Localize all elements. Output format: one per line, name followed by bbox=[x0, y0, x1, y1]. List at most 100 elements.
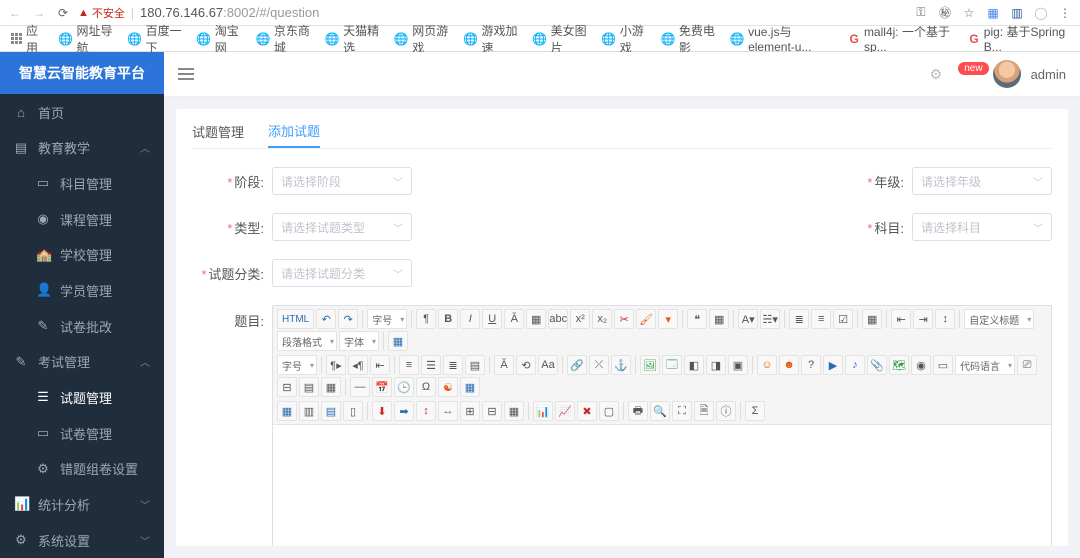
cut-icon[interactable]: ✂ bbox=[614, 309, 634, 329]
nav-back-icon[interactable]: ← bbox=[6, 6, 24, 20]
ul-icon[interactable]: ≡ bbox=[811, 309, 831, 329]
sidebar-item-wrongset[interactable]: ⚙错题组卷设置 bbox=[0, 451, 164, 487]
paraformat-select[interactable]: 段落格式 bbox=[277, 331, 337, 351]
iframe-icon[interactable]: ▭ bbox=[933, 355, 953, 375]
tab-add[interactable]: 添加试题 bbox=[268, 115, 320, 148]
chart1-icon[interactable]: 📊 bbox=[533, 401, 553, 421]
sidebar-item-school[interactable]: 🏫学校管理 bbox=[0, 237, 164, 273]
checklist-icon[interactable]: ☑ bbox=[833, 309, 853, 329]
merge-icon[interactable]: ↕ bbox=[416, 401, 436, 421]
datetime-icon[interactable]: 📅 bbox=[372, 377, 392, 397]
emoji2-icon[interactable]: ☻ bbox=[779, 355, 799, 375]
indent-icon[interactable]: ⇤ bbox=[891, 309, 911, 329]
code-icon[interactable]: ▦ bbox=[709, 309, 729, 329]
sidebar-group-exam[interactable]: ✎考试管理︿ bbox=[0, 344, 164, 380]
tableborder-icon[interactable]: ▢ bbox=[599, 401, 619, 421]
nav-forward-icon[interactable]: → bbox=[30, 6, 48, 20]
bookmark-item[interactable]: 🌐美女图片 bbox=[528, 22, 593, 56]
bookmark-item[interactable]: 🌐vue.js与element-u... bbox=[725, 23, 839, 54]
split-icon[interactable]: ↔ bbox=[438, 401, 458, 421]
codeblock-icon[interactable]: ⎚ bbox=[1017, 355, 1037, 375]
bookmark-item[interactable]: Gpig: 基于Spring B... bbox=[963, 23, 1074, 54]
bgcolor-icon[interactable]: ☵▾ bbox=[760, 309, 780, 329]
fontsize-select[interactable]: 字号 bbox=[367, 309, 407, 329]
splitcols-icon[interactable]: ⊟ bbox=[482, 401, 502, 421]
image-icon[interactable]: 🖼 bbox=[640, 355, 660, 375]
emoji-icon[interactable]: ☺ bbox=[757, 355, 777, 375]
linespacing-icon[interactable]: ↕ bbox=[935, 309, 955, 329]
chart2-icon[interactable]: 📈 bbox=[555, 401, 575, 421]
hr-icon[interactable]: — bbox=[350, 377, 370, 397]
help-icon[interactable]: ? bbox=[801, 355, 821, 375]
special1-icon[interactable]: Ω bbox=[416, 377, 436, 397]
bookmark-item[interactable]: 🌐游戏加速 bbox=[458, 22, 523, 56]
sidebar-item-grading[interactable]: ✎试卷批改 bbox=[0, 308, 164, 344]
audio-icon[interactable]: ♪ bbox=[845, 355, 865, 375]
imgright-icon[interactable]: ◨ bbox=[706, 355, 726, 375]
special3-icon[interactable]: ▦ bbox=[460, 377, 480, 397]
alignj-icon[interactable]: ▤ bbox=[465, 355, 485, 375]
superscript-icon[interactable]: x² bbox=[570, 309, 590, 329]
map-icon[interactable]: 🗺 bbox=[889, 355, 909, 375]
underline-icon[interactable]: U bbox=[482, 309, 502, 329]
video-icon[interactable]: ▶ bbox=[823, 355, 843, 375]
customstyle-select[interactable]: 自定义标题 bbox=[964, 309, 1034, 329]
case-icon[interactable]: Aa bbox=[538, 355, 558, 375]
paragraph-icon[interactable]: ¶ bbox=[416, 309, 436, 329]
alignl-icon[interactable]: ≡ bbox=[399, 355, 419, 375]
fontfamily-select[interactable]: 字体 bbox=[339, 331, 379, 351]
sidebar-home[interactable]: ⌂首页 bbox=[0, 94, 164, 130]
sidebar-item-course[interactable]: ◉课程管理 bbox=[0, 201, 164, 237]
print-icon[interactable]: 🖶 bbox=[628, 401, 648, 421]
type-select[interactable]: 请选择试题类型﹀ bbox=[272, 213, 412, 241]
preview-icon[interactable]: 🔍 bbox=[650, 401, 670, 421]
insertcol-icon[interactable]: ▥ bbox=[299, 401, 319, 421]
ol-icon[interactable]: ≣ bbox=[789, 309, 809, 329]
profile-icon[interactable]: ◯ bbox=[1032, 6, 1050, 20]
bookmark-item[interactable]: 🌐京东商城 bbox=[251, 22, 316, 56]
avatar[interactable] bbox=[993, 60, 1021, 88]
about-icon[interactable]: ⓘ bbox=[716, 401, 736, 421]
username-label[interactable]: admin bbox=[1031, 67, 1066, 82]
star-icon[interactable]: ☆ bbox=[960, 6, 978, 20]
splitrows-icon[interactable]: ⊞ bbox=[460, 401, 480, 421]
attach-icon[interactable]: 📎 bbox=[867, 355, 887, 375]
hamburger-icon[interactable] bbox=[178, 68, 194, 80]
sidebar-item-paper[interactable]: ▭试卷管理 bbox=[0, 415, 164, 451]
menu-icon[interactable]: ⋮ bbox=[1056, 6, 1074, 20]
imgcenter-icon[interactable]: ▣ bbox=[728, 355, 748, 375]
subscript-icon[interactable]: x₂ bbox=[592, 309, 612, 329]
translate-icon[interactable]: ㊙ bbox=[936, 4, 954, 21]
ext2-icon[interactable]: ▥ bbox=[1008, 6, 1026, 20]
outdent-icon[interactable]: ⇥ bbox=[913, 309, 933, 329]
delcol-icon[interactable]: ▯ bbox=[343, 401, 363, 421]
codelang-select[interactable]: 代码语言 bbox=[955, 355, 1015, 375]
subject-select[interactable]: 请选择科目﹀ bbox=[912, 213, 1052, 241]
special2-icon[interactable]: ☯ bbox=[438, 377, 458, 397]
fontbg-icon[interactable]: ▦ bbox=[526, 309, 546, 329]
sidebar-group-edu[interactable]: ▤教育教学︿ bbox=[0, 130, 164, 166]
unlink-icon[interactable]: ⤫ bbox=[589, 355, 609, 375]
bookmark-item[interactable]: 🌐网页游戏 bbox=[389, 22, 454, 56]
ltr-icon[interactable]: ¶▸ bbox=[326, 355, 346, 375]
tableprop-icon[interactable]: ▦ bbox=[504, 401, 524, 421]
deltable-icon[interactable]: ✖ bbox=[577, 401, 597, 421]
category-select[interactable]: 请选择试题分类﹀ bbox=[272, 259, 412, 287]
brush-icon[interactable]: 🖌 bbox=[636, 309, 656, 329]
settings-icon[interactable]: ⚙ bbox=[930, 66, 943, 83]
bookmark-item[interactable]: 🌐百度一下 bbox=[123, 22, 188, 56]
formula-icon[interactable]: Σ bbox=[745, 401, 765, 421]
bookmark-item[interactable]: 🌐天猫精选 bbox=[320, 22, 385, 56]
strikethrough-icon[interactable]: abc bbox=[548, 309, 568, 329]
mergedown-icon[interactable]: ⬇ bbox=[372, 401, 392, 421]
table-icon[interactable]: ▦ bbox=[862, 309, 882, 329]
stem-editor-body[interactable] bbox=[273, 425, 1051, 546]
ext1-icon[interactable]: ▦ bbox=[984, 6, 1002, 20]
sidebar-item-student[interactable]: 👤学员管理 bbox=[0, 273, 164, 309]
imgleft-icon[interactable]: ◧ bbox=[684, 355, 704, 375]
find-icon[interactable]: Ӑ bbox=[494, 355, 514, 375]
insertrow-icon[interactable]: ▦ bbox=[277, 401, 297, 421]
bookmark-item[interactable]: 🌐免费电影 bbox=[656, 22, 721, 56]
key-icon[interactable]: ⚿ bbox=[912, 5, 930, 20]
anchor-icon[interactable]: ⚓ bbox=[611, 355, 631, 375]
